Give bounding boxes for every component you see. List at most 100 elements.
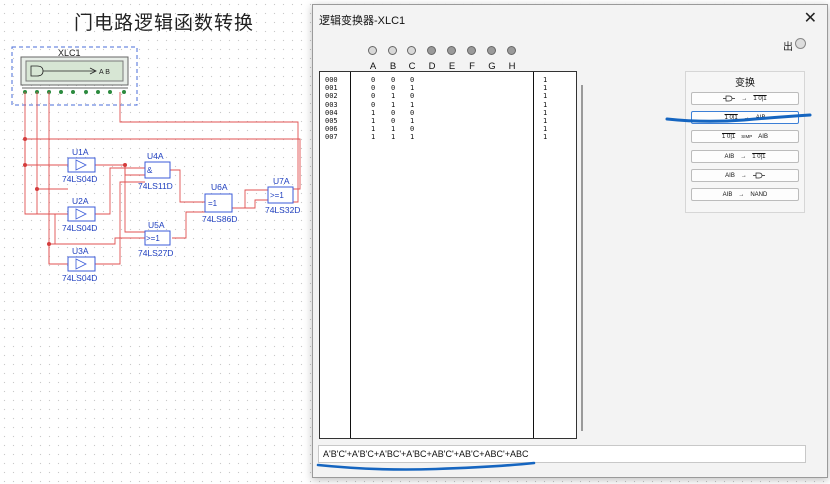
button-source: AIB (725, 172, 735, 179)
gate-symbol: >=1 (270, 191, 284, 200)
converter-pins (23, 90, 126, 94)
row-cell-b: 0 (391, 84, 396, 93)
button-target: AIB (755, 114, 766, 121)
row-cell-a: 0 (371, 76, 376, 84)
row-cell-b: 1 (391, 133, 396, 142)
button-arrow: → (740, 172, 747, 179)
row-index: 004 (325, 108, 338, 117)
close-button[interactable]: ✕ (804, 8, 817, 27)
circuit-schematic: XLC1 A B U1A 74LS04D U2A 74LS04D U3A 74L… (11, 46, 300, 283)
out-terminal[interactable] (795, 38, 806, 49)
truth-table-to-simplified-expression-button[interactable]: 1 0|1 SIMP AIB (691, 130, 799, 143)
button-source: 1 0|1 (722, 133, 736, 140)
row-cell-c: 0 (410, 125, 415, 134)
button-arrow: → (738, 191, 745, 198)
row-cell-b: 0 (391, 117, 396, 125)
row-index: 001 (325, 84, 338, 93)
row-output[interactable]: 1 (543, 92, 547, 100)
button-arrow: → (743, 114, 750, 121)
gate-ref: U4A (147, 151, 164, 161)
gate-ref: U2A (72, 196, 89, 206)
button-target: NAND (750, 191, 768, 198)
input-terminal-f[interactable] (467, 46, 476, 55)
gate-part: 74LS32D (265, 205, 300, 215)
gate-part: 74LS04D (62, 174, 97, 184)
gate-u1a[interactable] (67, 157, 96, 173)
input-terminal-d[interactable] (427, 46, 436, 55)
gate-ref: U3A (72, 246, 89, 256)
input-terminal-g[interactable] (487, 46, 496, 55)
input-terminal-h[interactable] (507, 46, 516, 55)
gate-part: 74LS04D (62, 273, 97, 283)
row-output[interactable]: 1 (543, 117, 547, 125)
gate-u3a[interactable] (67, 256, 96, 272)
row-cell-c: 1 (410, 133, 415, 142)
row-cell-a: 1 (371, 108, 376, 117)
row-output[interactable]: 1 (543, 125, 547, 133)
row-cell-a: 1 (371, 125, 376, 134)
row-cell-a: 0 (371, 100, 376, 109)
gate-part: 74LS04D (62, 223, 97, 233)
button-source: 1 0|1 (724, 114, 738, 121)
row-cell-c: 0 (410, 76, 415, 84)
button-target: AIB (758, 133, 768, 140)
gate-symbol: & (147, 166, 153, 175)
row-cell-c: 0 (410, 92, 415, 101)
row-index: 002 (325, 92, 338, 101)
button-arrow: → (741, 95, 748, 102)
expression-field[interactable]: A'B'C'+A'B'C+A'BC'+A'BC+AB'C'+AB'C+ABC'+… (318, 445, 806, 463)
row-cell-b: 1 (391, 100, 396, 109)
row-index: 003 (325, 100, 338, 109)
row-output[interactable]: 1 (543, 76, 547, 84)
row-output[interactable]: 1 (543, 84, 547, 92)
gate-u2a[interactable] (67, 206, 96, 222)
row-output[interactable]: 1 (543, 101, 547, 109)
row-cell-a: 0 (371, 84, 376, 93)
row-index: 006 (325, 125, 338, 134)
conversion-group: 变换 → 1 0|1 1 0|1 → AIB 1 0|1 SIMP AIB AI… (685, 71, 805, 213)
input-terminal-b[interactable] (388, 46, 397, 55)
logic-converter-dialog: 逻辑变换器-XLC1 ✕ 出 A B C D E F G H 000 0 0 0 1 00… (312, 4, 828, 478)
button-target: 1 0|1 (753, 95, 767, 102)
analyzer-display: A B (99, 69, 110, 76)
row-cell-b: 0 (391, 76, 396, 84)
button-arrow: → (740, 153, 747, 160)
gate-ref: U7A (273, 176, 290, 186)
row-cell-b: 1 (391, 92, 396, 101)
row-index: 007 (325, 133, 338, 142)
row-output[interactable]: 1 (543, 109, 547, 117)
row-cell-a: 0 (371, 92, 376, 101)
analyzer-label: XLC1 (58, 48, 81, 58)
out-label: 出 (783, 42, 793, 53)
row-output[interactable]: 1 (543, 133, 547, 141)
table-divider (533, 72, 534, 438)
input-terminal-c[interactable] (407, 46, 416, 55)
gate-ref: U6A (211, 182, 228, 192)
row-cell-c: 1 (410, 84, 415, 93)
vertical-scrollbar[interactable] (581, 85, 583, 431)
row-cell-b: 1 (391, 125, 396, 134)
input-terminal-e[interactable] (447, 46, 456, 55)
dialog-title: 逻辑变换器-XLC1 (319, 15, 406, 27)
gate-ref: U5A (148, 220, 165, 230)
gate-ref: U1A (72, 147, 89, 157)
expression-to-circuit-button[interactable]: AIB → (691, 169, 799, 182)
gate-icon (752, 172, 765, 179)
row-cell-a: 1 (371, 133, 376, 142)
conversion-group-title: 变换 (735, 78, 755, 89)
button-arrow: SIMP (741, 134, 753, 139)
gate-part: 74LS11D (138, 181, 173, 191)
expression-to-truth-table-button[interactable]: AIB → 1 0|1 (691, 150, 799, 163)
gate-icon (723, 95, 736, 102)
gate-part: 74LS86D (202, 214, 237, 224)
row-cell-b: 0 (391, 108, 396, 117)
truth-table-to-expression-button[interactable]: 1 0|1 → AIB (691, 111, 799, 124)
row-cell-c: 0 (410, 108, 415, 117)
row-index: 000 (325, 76, 338, 84)
button-source: AIB (724, 153, 735, 160)
input-terminal-a[interactable] (368, 46, 377, 55)
expression-to-nand-button[interactable]: AIB → NAND (691, 188, 799, 201)
gate-symbol: =1 (208, 199, 218, 208)
circuit-to-truth-table-button[interactable]: → 1 0|1 (691, 92, 799, 105)
truth-table[interactable]: 000 0 0 0 1 001 0 0 1 1 002 0 1 0 1 003 0 1 1 1 004 1 0 0 1 005 1 0… (319, 71, 577, 439)
